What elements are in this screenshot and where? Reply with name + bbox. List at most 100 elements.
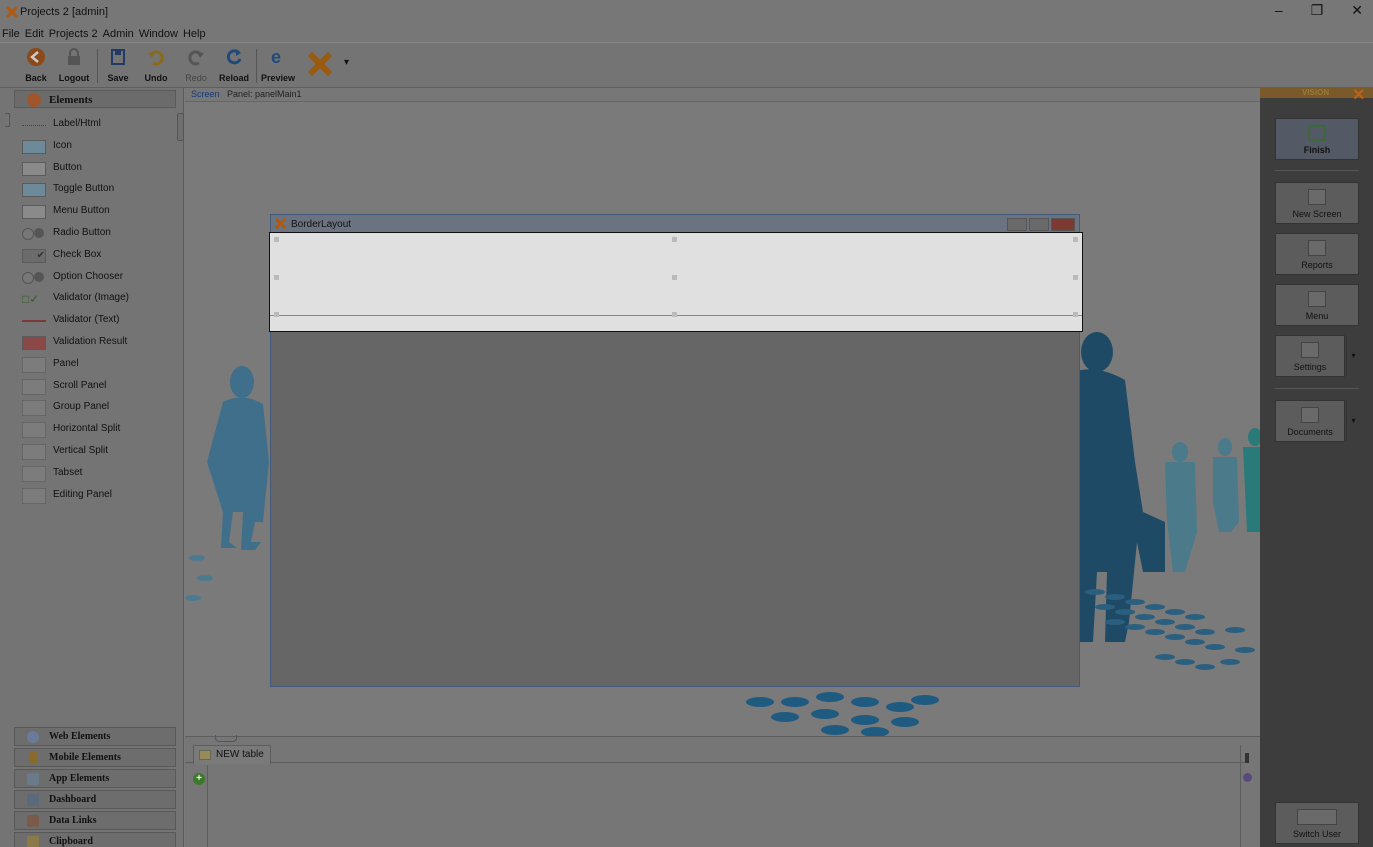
redo-button[interactable]: Redo bbox=[178, 45, 214, 87]
resize-handle[interactable] bbox=[1073, 312, 1078, 317]
data-links-icon bbox=[27, 815, 39, 827]
back-button[interactable]: Back bbox=[18, 45, 54, 87]
preview-button[interactable]: e Preview bbox=[260, 45, 296, 87]
element-menu-button[interactable]: Menu Button bbox=[22, 201, 182, 223]
element-toggle-button[interactable]: Toggle Button bbox=[22, 179, 182, 201]
restore-button[interactable]: ❐ bbox=[1311, 2, 1324, 19]
resize-handle[interactable] bbox=[672, 237, 677, 242]
menu-admin[interactable]: Admin bbox=[103, 26, 134, 42]
bottom-collapse-handle[interactable] bbox=[215, 735, 237, 742]
close-button[interactable]: ✕ bbox=[1351, 2, 1363, 19]
element-vertical-split[interactable]: Vertical Split bbox=[22, 441, 182, 463]
left-splitter-handle[interactable] bbox=[5, 113, 10, 127]
reload-button[interactable]: Reload bbox=[216, 45, 252, 87]
element-validator-image[interactable]: □✓ Validator (Image) bbox=[22, 288, 182, 310]
resize-handle[interactable] bbox=[274, 275, 279, 280]
element-editing-panel[interactable]: Editing Panel bbox=[22, 485, 182, 507]
breadcrumb-panel[interactable]: Panel: panelMain1 bbox=[227, 89, 302, 99]
element-label: Validator (Image) bbox=[53, 292, 129, 304]
element-button[interactable]: Button bbox=[22, 158, 182, 180]
grip-icon[interactable] bbox=[1245, 753, 1249, 763]
save-button[interactable]: Save bbox=[100, 45, 136, 87]
logout-label: Logout bbox=[58, 73, 90, 83]
finish-label: Finish bbox=[1303, 145, 1331, 155]
tab-new-table[interactable]: NEW table bbox=[193, 745, 271, 764]
category-label: Mobile Elements bbox=[49, 752, 121, 763]
element-check-box[interactable]: ✔ Check Box bbox=[22, 245, 182, 267]
dialog-close-button[interactable] bbox=[1051, 218, 1075, 231]
undo-icon bbox=[148, 50, 164, 66]
elements-panel: Elements Label/Html Icon Button Toggle B… bbox=[0, 88, 184, 847]
resize-handle[interactable] bbox=[274, 237, 279, 242]
category-app-elements[interactable]: App Elements bbox=[14, 769, 176, 788]
menu-file[interactable]: File bbox=[2, 26, 20, 42]
undo-button[interactable]: Undo bbox=[138, 45, 174, 87]
menu-projects[interactable]: Projects 2 bbox=[49, 26, 98, 42]
browser-preview-icon: e bbox=[271, 47, 281, 67]
dialog-title-bar[interactable]: BorderLayout bbox=[271, 215, 1079, 233]
category-mobile-elements[interactable]: Mobile Elements bbox=[14, 748, 176, 767]
category-dashboard[interactable]: Dashboard bbox=[14, 790, 176, 809]
tab-label: NEW table bbox=[216, 749, 264, 760]
category-label: Web Elements bbox=[49, 731, 111, 742]
documents-dropdown-arrow[interactable]: ▾ bbox=[1346, 401, 1360, 441]
menu-edit[interactable]: Edit bbox=[25, 26, 44, 42]
category-clipboard[interactable]: Clipboard bbox=[14, 832, 176, 847]
resize-handle[interactable] bbox=[274, 312, 279, 317]
border-layout-dialog[interactable]: BorderLayout bbox=[269, 214, 1083, 687]
element-label: Group Panel bbox=[53, 401, 110, 413]
resize-handle[interactable] bbox=[672, 275, 677, 280]
resize-handle[interactable] bbox=[672, 312, 677, 317]
north-region-panel[interactable] bbox=[269, 232, 1083, 332]
validator-image-icon: □✓ bbox=[22, 292, 40, 307]
settings-dropdown-arrow[interactable]: ▾ bbox=[1346, 336, 1360, 376]
resize-handle[interactable] bbox=[1073, 275, 1078, 280]
palette-icon[interactable] bbox=[1243, 773, 1252, 782]
settings-button[interactable]: Settings ▾ bbox=[1275, 335, 1356, 377]
scroll-panel-icon bbox=[22, 378, 46, 395]
switch-user-icon bbox=[1297, 809, 1337, 825]
back-label: Back bbox=[25, 73, 47, 83]
elements-header[interactable]: Elements bbox=[14, 90, 176, 108]
add-button[interactable]: + bbox=[193, 773, 205, 785]
element-label: Toggle Button bbox=[53, 183, 115, 195]
category-data-links[interactable]: Data Links bbox=[14, 811, 176, 830]
dialog-minimize-button[interactable] bbox=[1007, 218, 1027, 231]
vertical-split-icon bbox=[22, 443, 46, 460]
element-horizontal-split[interactable]: Horizontal Split bbox=[22, 419, 182, 441]
new-screen-button[interactable]: New Screen bbox=[1275, 182, 1359, 224]
element-validator-text[interactable]: Validator (Text) bbox=[22, 310, 182, 332]
window-title: Projects 2 [admin] bbox=[20, 6, 109, 18]
toolbar-separator bbox=[256, 49, 257, 83]
documents-button[interactable]: Documents ▾ bbox=[1275, 400, 1356, 442]
undo-label: Undo bbox=[144, 73, 168, 83]
element-scroll-panel[interactable]: Scroll Panel bbox=[22, 376, 182, 398]
menu-help[interactable]: Help bbox=[183, 26, 206, 42]
menu-window[interactable]: Window bbox=[139, 26, 178, 42]
category-web-elements[interactable]: Web Elements bbox=[14, 727, 176, 746]
element-radio-button[interactable]: Radio Button bbox=[22, 223, 182, 245]
minimize-button[interactable]: – bbox=[1275, 2, 1283, 19]
resize-handle[interactable] bbox=[1073, 237, 1078, 242]
element-label-html[interactable]: Label/Html bbox=[22, 114, 182, 136]
toolbar-dropdown-arrow[interactable]: ▾ bbox=[344, 57, 349, 68]
vision-x-button[interactable] bbox=[304, 45, 336, 87]
element-group-panel[interactable]: Group Panel bbox=[22, 397, 182, 419]
element-validation-result[interactable]: Validation Result bbox=[22, 332, 182, 354]
breadcrumb-screen[interactable]: Screen bbox=[191, 89, 220, 99]
dialog-maximize-button[interactable] bbox=[1029, 218, 1049, 231]
validation-result-icon bbox=[22, 335, 46, 350]
element-tabset[interactable]: Tabset bbox=[22, 463, 182, 485]
divider bbox=[1275, 388, 1359, 389]
reload-icon bbox=[226, 49, 242, 65]
element-icon[interactable]: Icon bbox=[22, 136, 182, 158]
logout-button[interactable]: Logout bbox=[56, 45, 92, 87]
menu-button-icon bbox=[22, 205, 46, 220]
bottom-splitter bbox=[207, 765, 208, 847]
reports-button[interactable]: Reports bbox=[1275, 233, 1359, 275]
finish-button[interactable]: Finish bbox=[1275, 118, 1359, 160]
menu-button[interactable]: Menu bbox=[1275, 284, 1359, 326]
switch-user-button[interactable]: Switch User bbox=[1275, 802, 1359, 844]
element-option-chooser[interactable]: Option Chooser bbox=[22, 267, 182, 289]
element-panel[interactable]: Panel bbox=[22, 354, 182, 376]
